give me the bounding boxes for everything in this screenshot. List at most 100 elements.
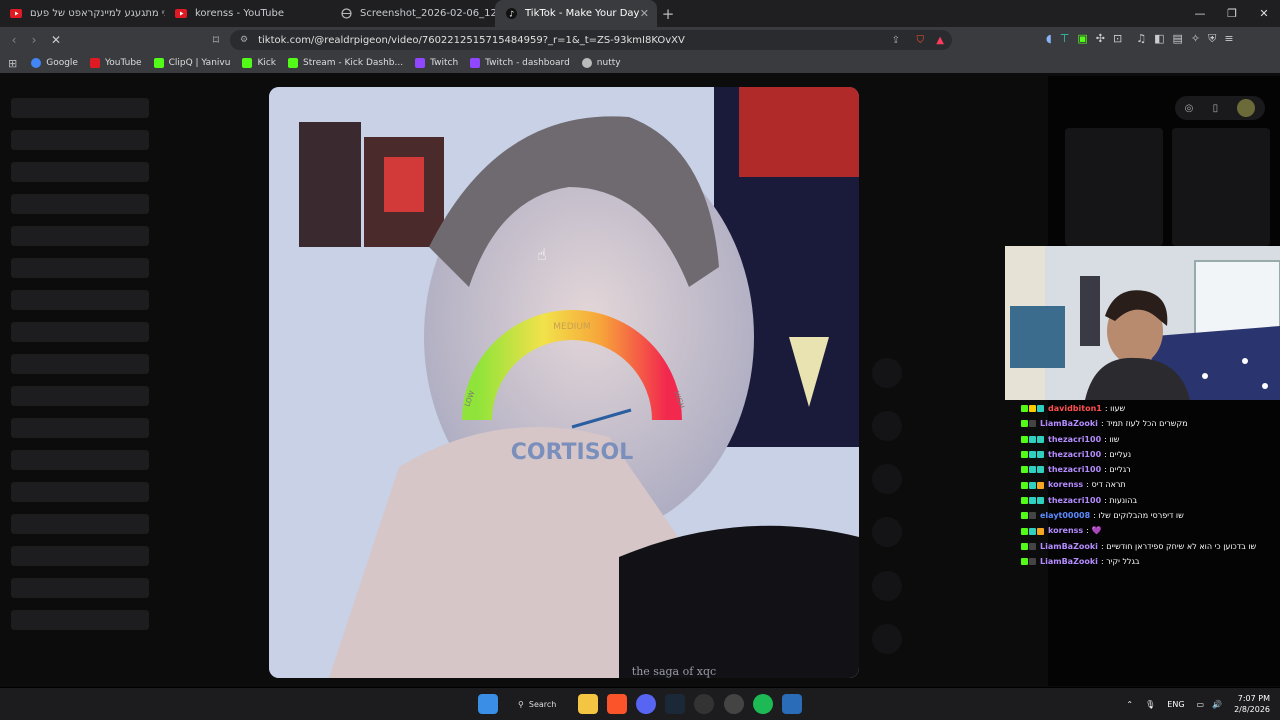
app-icon[interactable] <box>694 694 714 714</box>
tiktok-icon: ♪ <box>505 8 517 20</box>
chat-message: LiamBaZooki : מקשרים הכל לעוז תמיד <box>1021 416 1280 431</box>
comment-button[interactable] <box>872 411 902 441</box>
bookmark-icon[interactable]: ⌑ <box>206 33 226 47</box>
bookmark-twitch[interactable]: Twitch <box>415 58 458 68</box>
bookmark-kick[interactable]: Kick <box>242 58 276 68</box>
youtube-icon <box>175 8 187 20</box>
puzzle-icon[interactable]: ✣ <box>1096 32 1105 46</box>
bookmark-google[interactable]: Google <box>31 58 78 68</box>
stop-loading-icon[interactable]: ✕ <box>46 33 66 47</box>
skeleton-item <box>11 322 149 342</box>
bookmark-button[interactable] <box>872 464 902 494</box>
spotify-icon[interactable] <box>753 694 773 714</box>
maximize-button[interactable]: ❐ <box>1216 0 1248 27</box>
badge-icons <box>1021 496 1044 504</box>
clock[interactable]: 7:07 PM 2/8/2026 <box>1234 693 1270 715</box>
obs-icon[interactable] <box>724 694 744 714</box>
tab-title: TikTok - Make Your Day <box>525 8 640 19</box>
brave-browser-icon[interactable] <box>607 694 627 714</box>
site-settings-icon[interactable]: ⚙ <box>240 35 248 45</box>
chat-username: LiamBaZooki <box>1040 556 1098 566</box>
discord-icon[interactable] <box>636 694 656 714</box>
skeleton-item <box>11 578 149 598</box>
share-icon[interactable]: ⇪ <box>892 35 900 46</box>
music-icon[interactable]: ♫ <box>1136 32 1146 46</box>
bookmark-kick-dashboard[interactable]: Stream - Kick Dashb... <box>288 58 403 68</box>
skeleton-item <box>11 98 149 118</box>
device-icon[interactable]: ▯ <box>1213 103 1219 114</box>
tab-1[interactable]: אני מתגעגע למיינקראפט של פעם. <box>0 0 165 27</box>
extension-icon[interactable]: ⊤ <box>1060 32 1070 46</box>
chevron-up-icon[interactable]: ⌃ <box>1126 700 1133 709</box>
chat-text: בהונעות <box>1109 495 1138 505</box>
skeleton-item <box>11 162 149 182</box>
more-button[interactable] <box>872 571 902 601</box>
tab-3[interactable]: Screenshot_2026-02-06_125233.png <box>330 0 495 27</box>
skeleton-item <box>11 226 149 246</box>
close-tab-icon[interactable]: ✕ <box>640 7 649 20</box>
system-tray: ⌃ 🎙 ENG ▭ 🔊 7:07 PM 2/8/2026 <box>1126 688 1280 720</box>
file-explorer-icon[interactable] <box>578 694 598 714</box>
leo-ai-icon[interactable]: ✧ <box>1191 32 1200 46</box>
bookmark-nutty[interactable]: nutty <box>581 58 621 68</box>
google-icon <box>31 58 42 68</box>
wallet-icon[interactable]: ▤ <box>1173 32 1183 46</box>
extension-icon[interactable]: ⊡ <box>1113 32 1122 46</box>
forward-icon[interactable]: › <box>24 33 44 47</box>
volume-icon[interactable]: 🔊 <box>1212 700 1222 709</box>
brave-shield-icon[interactable]: ⛉ <box>917 35 925 46</box>
suggested-skeleton <box>1065 128 1163 246</box>
tab-title: korenss - YouTube <box>195 8 284 19</box>
chat-username: korenss <box>1048 526 1084 536</box>
windows-taskbar: ⚲ Search ⌃ 🎙 ENG ▭ 🔊 7:07 PM 2/8/2026 <box>0 688 1280 720</box>
chat-message: thezacri100 : שוו <box>1021 432 1280 447</box>
taskbar-search[interactable]: ⚲ Search <box>512 694 572 714</box>
skeleton-item <box>11 482 149 502</box>
chat-username: elayt00008 <box>1040 511 1091 521</box>
chat-username: thezacri100 <box>1048 449 1102 459</box>
chat-text: רגליים <box>1109 465 1131 475</box>
share-button[interactable] <box>872 517 902 547</box>
extension-icon[interactable]: ▣ <box>1077 32 1087 46</box>
skeleton-item <box>11 386 149 406</box>
bookmark-youtube[interactable]: YouTube <box>89 58 142 68</box>
bookmark-twitch-dashboard[interactable]: Twitch - dashboard <box>470 58 570 68</box>
network-icon[interactable]: ▭ <box>1197 700 1205 709</box>
menu-icon[interactable]: ≡ <box>1224 32 1233 46</box>
back-icon[interactable]: ‹ <box>4 33 24 47</box>
apps-grid-icon[interactable]: ⊞ <box>8 57 17 70</box>
video-player[interactable]: MEDIUM LOW HIGH CORTISOL the saga of xqc <box>269 87 859 678</box>
search-label: Search <box>528 699 557 709</box>
webcam-overlay <box>1005 246 1280 400</box>
app-icon[interactable] <box>782 694 802 714</box>
chat-text: שעוו <box>1110 404 1126 413</box>
badge-icons <box>1021 512 1036 520</box>
steam-icon[interactable] <box>665 694 685 714</box>
language-indicator[interactable]: ENG <box>1167 700 1184 709</box>
avatar[interactable] <box>1237 99 1256 117</box>
compass-icon[interactable]: ◎ <box>1185 103 1194 114</box>
chat-message: thezacri100 : נעליים <box>1021 447 1280 462</box>
sidebar-icon[interactable]: ◧ <box>1154 32 1164 46</box>
chat-username: LiamBaZooki <box>1040 541 1098 551</box>
top-right-actions: ◎ ▯ <box>1175 96 1265 120</box>
extension-icon[interactable]: ◖ <box>1046 32 1052 46</box>
like-button[interactable] <box>872 358 902 388</box>
chat-message: korenss : תראה דיס <box>1021 477 1280 492</box>
skeleton-item <box>11 546 149 566</box>
bookmark-clipq[interactable]: ClipQ | Yanivu <box>153 58 230 68</box>
url-field[interactable]: ⚙ tiktok.com/@realdrpigeon/video/7602212… <box>230 30 952 50</box>
tab-tiktok[interactable]: ♪ TikTok - Make Your Day ✕ <box>495 0 657 27</box>
brave-rewards-icon[interactable]: ▲ <box>936 35 944 46</box>
start-button[interactable] <box>478 694 498 714</box>
close-window-button[interactable]: ✕ <box>1248 0 1280 27</box>
chat-message: korenss : 💜 <box>1021 523 1280 538</box>
tab-2[interactable]: korenss - YouTube <box>165 0 330 27</box>
microphone-icon[interactable]: 🎙 <box>1145 700 1155 709</box>
badge-icons <box>1021 405 1044 413</box>
new-tab-button[interactable]: + <box>657 5 679 23</box>
music-disc-button[interactable] <box>872 624 902 654</box>
minimize-button[interactable]: — <box>1184 0 1216 27</box>
vpn-icon[interactable]: ⛨ <box>1208 32 1216 46</box>
gauge-title: CORTISOL <box>511 440 634 465</box>
